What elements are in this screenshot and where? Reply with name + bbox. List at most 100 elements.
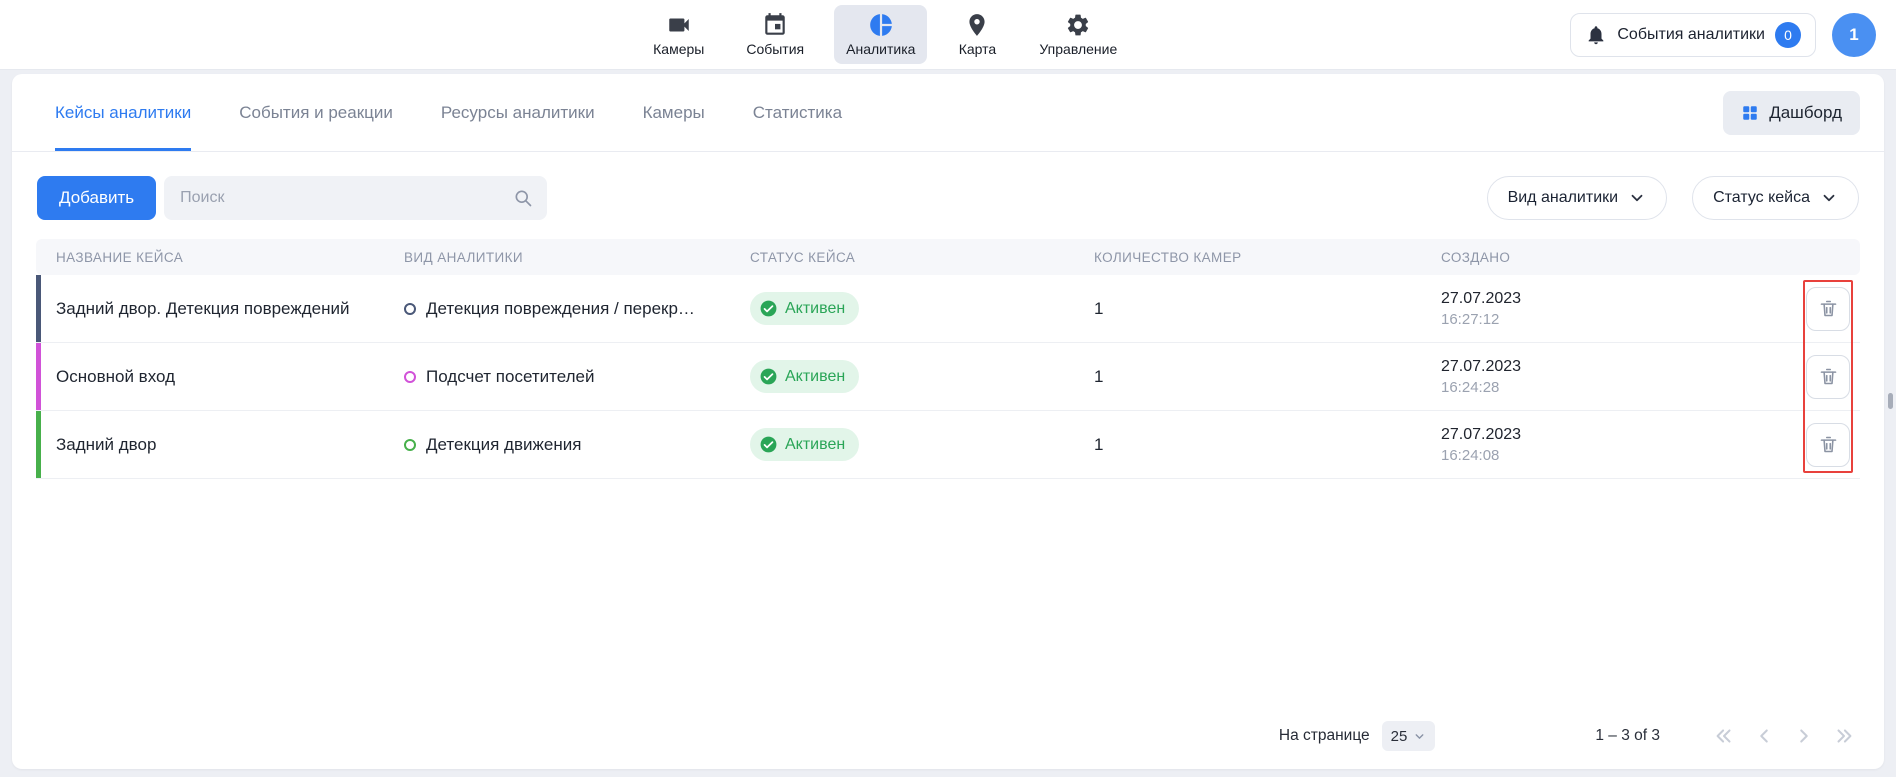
created-cell: 27.07.2023 16:24:28 (1441, 358, 1796, 396)
filter-case-status[interactable]: Статус кейса (1692, 176, 1859, 220)
tabs-row: Кейсы аналитики События и реакции Ресурс… (12, 74, 1884, 152)
analytics-type-dot (404, 371, 416, 383)
page-range: 1 – 3 of 3 (1595, 727, 1660, 745)
col-header-created: СОЗДАНО (1441, 250, 1796, 265)
filter-analytics-type-label: Вид аналитики (1508, 189, 1619, 207)
status-badge: Активен (750, 360, 859, 393)
tab-events-reactions[interactable]: События и реакции (239, 74, 393, 151)
case-name: Задний двор (36, 435, 404, 455)
nav-item-management[interactable]: Управление (1027, 5, 1129, 64)
user-avatar[interactable]: 1 (1832, 13, 1876, 57)
per-page-value: 25 (1391, 728, 1408, 745)
per-page-select[interactable]: 25 (1382, 721, 1436, 751)
status-cell: Активен (750, 292, 1094, 325)
check-circle-icon (759, 435, 778, 454)
analytics-pie-icon (868, 12, 894, 38)
tab-analytics-cases[interactable]: Кейсы аналитики (55, 74, 191, 151)
nav-label-analytics: Аналитика (846, 41, 915, 57)
next-page-button[interactable] (1792, 724, 1816, 748)
status-label: Активен (785, 368, 845, 386)
row-accent-bar (36, 411, 41, 478)
created-date: 27.07.2023 (1441, 358, 1796, 376)
content-card: Кейсы аналитики События и реакции Ресурс… (12, 74, 1884, 769)
actions-cell (1796, 423, 1860, 467)
created-date: 27.07.2023 (1441, 426, 1796, 444)
analytics-type-cell: Подсчет посетителей (404, 367, 750, 387)
table-row[interactable]: Задний двор. Детекция повреждений Детекц… (36, 275, 1860, 343)
row-accent-bar (36, 275, 41, 342)
chevron-down-icon (1413, 730, 1426, 743)
status-cell: Активен (750, 360, 1094, 393)
dashboard-button[interactable]: Дашборд (1723, 91, 1860, 135)
tab-statistics[interactable]: Статистика (753, 74, 842, 151)
created-cell: 27.07.2023 16:24:08 (1441, 426, 1796, 464)
case-name: Основной вход (36, 367, 404, 387)
created-time: 16:24:08 (1441, 447, 1796, 464)
analytics-type-label: Подсчет посетителей (426, 367, 594, 387)
events-calendar-icon (762, 12, 788, 38)
nav-label-map: Карта (959, 41, 996, 57)
analytics-type-label: Детекция движения (426, 435, 581, 455)
toolbar: Добавить Вид аналитики Статус кейса (12, 152, 1884, 220)
tab-cameras[interactable]: Камеры (643, 74, 705, 151)
status-label: Активен (785, 300, 845, 318)
map-pin-icon (964, 12, 990, 38)
pagination-bar: На странице 25 1 – 3 of 3 (12, 705, 1884, 769)
events-button-label: События аналитики (1617, 26, 1765, 44)
prev-page-button[interactable] (1752, 724, 1776, 748)
filters: Вид аналитики Статус кейса (1487, 176, 1859, 220)
created-cell: 27.07.2023 16:27:12 (1441, 290, 1796, 328)
nav-item-events[interactable]: События (734, 5, 816, 64)
created-time: 16:24:28 (1441, 379, 1796, 396)
analytics-type-dot (404, 439, 416, 451)
nav-label-events: События (746, 41, 804, 57)
analytics-page: Камеры События Аналитика Карта (0, 0, 1896, 777)
add-button[interactable]: Добавить (37, 176, 156, 220)
col-header-camera-count: КОЛИЧЕСТВО КАМЕР (1094, 250, 1441, 265)
gear-icon (1065, 12, 1091, 38)
table-row[interactable]: Основной вход Подсчет посетителей Активе… (36, 343, 1860, 411)
col-header-case-status: СТАТУС КЕЙСА (750, 250, 1094, 265)
nav-label-management: Управление (1039, 41, 1117, 57)
nav-item-cameras[interactable]: Камеры (641, 5, 716, 64)
nav-label-cameras: Камеры (653, 41, 704, 57)
cases-table: НАЗВАНИЕ КЕЙСА ВИД АНАЛИТИКИ СТАТУС КЕЙС… (36, 239, 1860, 479)
table-row[interactable]: Задний двор Детекция движения Активен (36, 411, 1860, 479)
nav-item-map[interactable]: Карта (945, 5, 1009, 64)
actions-cell (1796, 355, 1860, 399)
analytics-events-button[interactable]: События аналитики 0 (1570, 13, 1816, 57)
delete-button[interactable] (1806, 423, 1850, 467)
first-page-button[interactable] (1712, 724, 1736, 748)
camera-count: 1 (1094, 435, 1441, 455)
dashboard-button-label: Дашборд (1769, 103, 1842, 123)
camera-icon (666, 12, 692, 38)
check-circle-icon (759, 367, 778, 386)
chevron-down-icon (1628, 189, 1646, 207)
col-header-case-name: НАЗВАНИЕ КЕЙСА (36, 250, 404, 265)
bell-icon (1585, 24, 1607, 46)
status-badge: Активен (750, 292, 859, 325)
table-header: НАЗВАНИЕ КЕЙСА ВИД АНАЛИТИКИ СТАТУС КЕЙС… (36, 239, 1860, 275)
camera-count: 1 (1094, 299, 1441, 319)
delete-button[interactable] (1806, 287, 1850, 331)
status-badge: Активен (750, 428, 859, 461)
filter-analytics-type[interactable]: Вид аналитики (1487, 176, 1668, 220)
table-body: Задний двор. Детекция повреждений Детекц… (36, 275, 1860, 479)
check-circle-icon (759, 299, 778, 318)
status-cell: Активен (750, 428, 1094, 461)
topbar-right: События аналитики 0 1 (1570, 13, 1876, 57)
search-box (164, 176, 547, 220)
main-nav: Камеры События Аналитика Карта (641, 5, 1129, 64)
last-page-button[interactable] (1832, 724, 1856, 748)
scrollbar-thumb[interactable] (1888, 393, 1893, 409)
tabs-bar: Кейсы аналитики События и реакции Ресурс… (55, 74, 842, 151)
top-navbar: Камеры События Аналитика Карта (0, 0, 1896, 70)
nav-item-analytics[interactable]: Аналитика (834, 5, 927, 64)
search-input[interactable] (164, 189, 547, 207)
filter-case-status-label: Статус кейса (1713, 189, 1810, 207)
search-icon (513, 188, 533, 208)
created-date: 27.07.2023 (1441, 290, 1796, 308)
created-time: 16:27:12 (1441, 311, 1796, 328)
tab-analytics-resources[interactable]: Ресурсы аналитики (441, 74, 595, 151)
delete-button[interactable] (1806, 355, 1850, 399)
